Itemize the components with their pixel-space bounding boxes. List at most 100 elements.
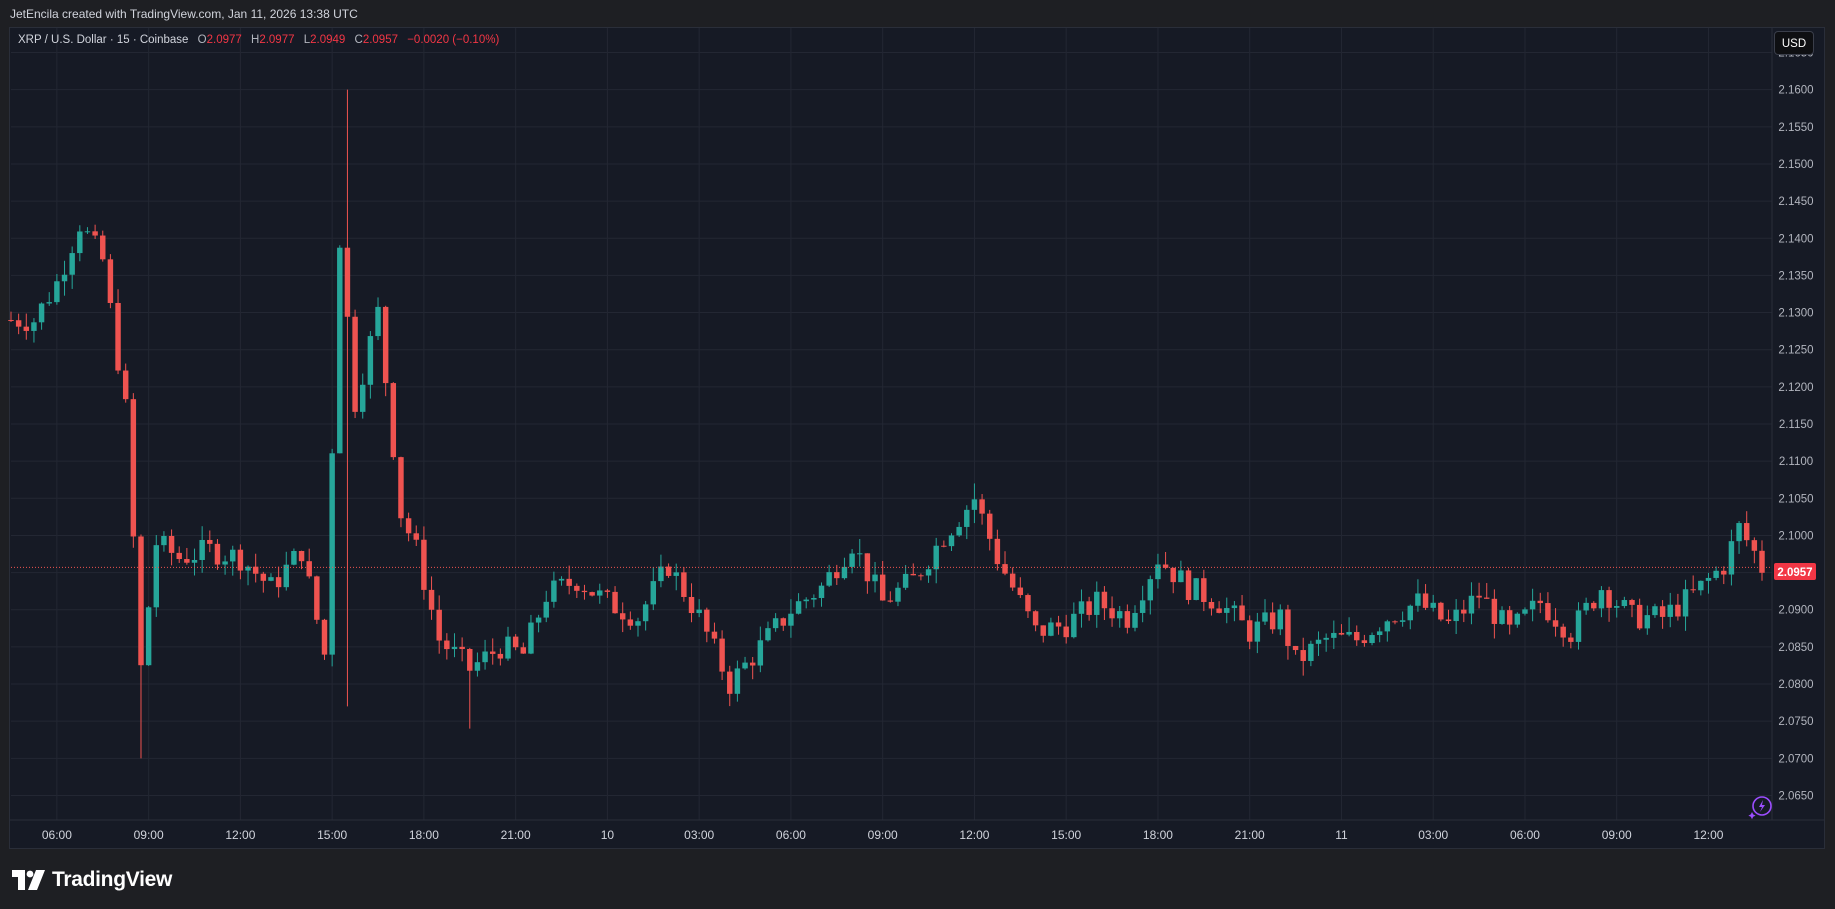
candle-body (1422, 593, 1429, 608)
candle (260, 571, 267, 593)
candle-body (482, 651, 488, 663)
candle-body (1193, 578, 1199, 600)
candle (1522, 607, 1528, 616)
candle (619, 602, 626, 633)
candle (834, 564, 840, 585)
candle (589, 591, 595, 597)
candle (352, 309, 358, 419)
candle-body (321, 619, 328, 655)
brand[interactable]: TradingView (12, 868, 172, 892)
candle (719, 630, 725, 681)
candle (727, 665, 733, 707)
candle (1667, 592, 1673, 628)
candle (597, 583, 603, 604)
candle-body (260, 573, 267, 581)
candle-body (772, 618, 779, 629)
candle (489, 638, 496, 665)
candle-body (23, 326, 30, 331)
candle-body (505, 636, 511, 659)
candle (92, 224, 98, 239)
open-label: O (197, 34, 207, 46)
price-tick-label: 2.1500 (1778, 159, 1813, 171)
candle (31, 318, 37, 343)
candle-body (895, 587, 901, 602)
currency-button[interactable]: USD (1774, 31, 1814, 55)
candle-body (421, 539, 427, 590)
candle-body (535, 617, 542, 623)
candle-body (956, 526, 962, 536)
candle-body (467, 649, 473, 671)
candle-body (489, 651, 496, 654)
candle (1583, 597, 1589, 615)
candle-body (230, 549, 236, 562)
candle-body (902, 573, 909, 588)
candle-body (1636, 604, 1643, 629)
candle (1155, 553, 1161, 589)
candle (321, 618, 328, 660)
candle-body (925, 569, 932, 576)
candle-body (1438, 602, 1444, 620)
candle (1552, 608, 1559, 637)
time-tick-label: 15:00 (317, 828, 347, 842)
candle (1529, 588, 1536, 622)
candle-body (1652, 606, 1658, 616)
candle (191, 548, 198, 576)
candle-body (971, 499, 978, 510)
candle (1422, 584, 1429, 611)
candle (642, 600, 649, 631)
candle (1025, 593, 1031, 618)
candle (1606, 586, 1612, 622)
candle (1124, 604, 1131, 634)
candle-body (811, 597, 817, 600)
candle (1728, 529, 1735, 586)
time-tick-label: 11 (1335, 828, 1348, 842)
candle (1185, 567, 1192, 605)
candle-body (994, 538, 1001, 565)
candle-body (872, 574, 878, 582)
candle-body (1132, 612, 1138, 628)
symbol-description[interactable]: XRP / U.S. Dollar · 15 · Coinbase (18, 34, 188, 46)
candle (1560, 623, 1566, 647)
candle (1407, 604, 1413, 630)
low-value: 2.0949 (310, 34, 346, 46)
candle-body (589, 592, 595, 596)
candle-body (1239, 605, 1245, 621)
candle (1598, 586, 1605, 618)
candle-body (1185, 570, 1192, 600)
snapshot-icon[interactable] (1748, 794, 1774, 820)
candle (1063, 614, 1069, 644)
candle (1361, 634, 1368, 647)
candlestick-chart[interactable]: 2.16502.16002.15502.15002.14502.14002.13… (0, 0, 1835, 850)
candle-body (291, 550, 297, 565)
candle (428, 576, 435, 620)
candle-body (1560, 626, 1566, 638)
candle (1484, 583, 1490, 599)
price-tick-label: 2.0800 (1778, 679, 1813, 691)
candle (696, 599, 702, 618)
candle (971, 483, 978, 524)
candle-body (734, 668, 741, 694)
candle-body (1369, 635, 1375, 644)
candle-body (145, 607, 152, 666)
candle (122, 363, 129, 403)
candle (1499, 606, 1505, 625)
candle (1438, 601, 1444, 622)
candle-body (933, 545, 939, 570)
candle-body (1621, 600, 1628, 607)
candle (1162, 551, 1169, 570)
candle (1629, 598, 1635, 618)
candle-body (879, 574, 886, 601)
candle-body (1591, 602, 1597, 609)
candle (1453, 599, 1459, 634)
candle-body (1147, 579, 1154, 601)
time-tick-label: 10 (601, 828, 615, 842)
candle (872, 561, 878, 593)
candle-body (1399, 620, 1406, 622)
candle-body (451, 646, 458, 650)
candle-body (1499, 610, 1505, 624)
candle-body (405, 518, 412, 534)
candle (1652, 603, 1658, 618)
candle (100, 230, 106, 262)
candle (69, 246, 75, 289)
candle (612, 586, 618, 614)
